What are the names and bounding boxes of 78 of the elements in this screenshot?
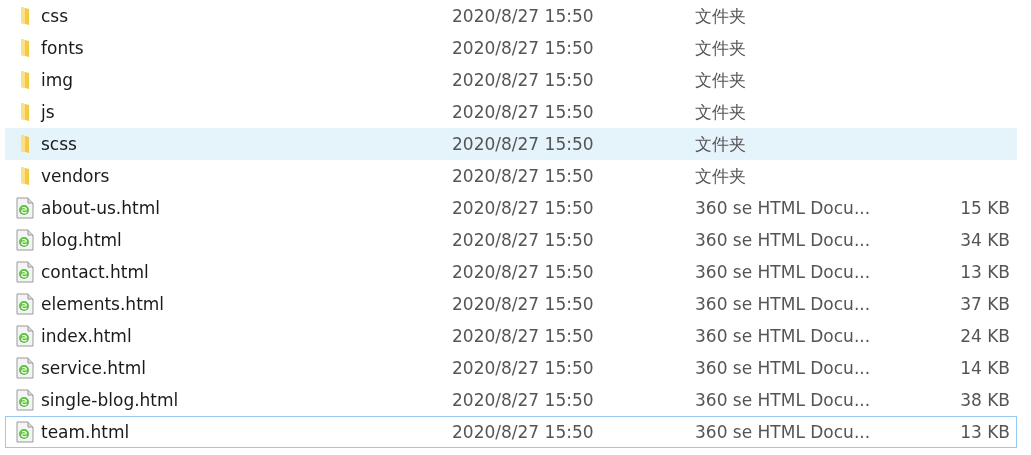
modified-date: 2020/8/27 15:50 [452,230,595,250]
file-name: team.html [41,422,131,442]
file-size: 38 KB [959,390,1011,410]
file-size: 13 KB [959,422,1011,442]
file-row[interactable]: single-blog.html 2020/8/27 15:50 360 se HTML Docu... 38 KB [5,384,1017,416]
modified-date: 2020/8/27 15:50 [452,262,595,282]
modified-date: 2020/8/27 15:50 [452,326,595,346]
folder-icon [18,38,31,58]
modified-date: 2020/8/27 15:50 [452,422,595,442]
file-name: img [41,70,75,90]
folder-icon [18,134,31,154]
folder-icon [18,166,31,186]
web-page-icon [15,261,34,283]
web-page-icon [15,421,34,443]
modified-date: 2020/8/27 15:50 [452,198,595,218]
folder-icon [18,102,31,122]
web-page-icon [15,389,34,411]
file-type: 文件夹 [695,100,747,124]
file-row[interactable]: index.html 2020/8/27 15:50 360 se HTML Docu... 24 KB [5,320,1017,352]
file-type: 360 se HTML Docu... [695,230,872,250]
file-row[interactable]: contact.html 2020/8/27 15:50 360 se HTML Docu... 13 KB [5,256,1017,288]
file-name: js [41,102,56,122]
file-row[interactable]: service.html 2020/8/27 15:50 360 se HTML Docu... 14 KB [5,352,1017,384]
file-row[interactable]: blog.html 2020/8/27 15:50 360 se HTML Docu... 34 KB [5,224,1017,256]
file-size: 37 KB [959,294,1011,314]
modified-date: 2020/8/27 15:50 [452,294,595,314]
file-name: contact.html [41,262,150,282]
file-row[interactable]: team.html 2020/8/27 15:50 360 se HTML Docu... 13 KB [5,416,1017,448]
file-type: 360 se HTML Docu... [695,262,872,282]
file-row[interactable]: elements.html 2020/8/27 15:50 360 se HTML Docu... 37 KB [5,288,1017,320]
file-type: 文件夹 [695,36,747,60]
file-type: 文件夹 [695,132,747,156]
file-row[interactable]: img 2020/8/27 15:50 文件夹 [5,64,1017,96]
file-type: 360 se HTML Docu... [695,422,872,442]
file-row[interactable]: css 2020/8/27 15:50 文件夹 [5,0,1017,32]
folder-icon [18,70,31,90]
file-name: css [41,6,70,26]
file-row[interactable]: fonts 2020/8/27 15:50 文件夹 [5,32,1017,64]
file-name: fonts [41,38,85,58]
file-type: 360 se HTML Docu... [695,326,872,346]
file-name: vendors [41,166,111,186]
file-name: about-us.html [41,198,161,218]
file-name: service.html [41,358,148,378]
file-type: 文件夹 [695,4,747,28]
file-row[interactable]: scss 2020/8/27 15:50 文件夹 [5,128,1017,160]
file-type: 360 se HTML Docu... [695,198,872,218]
file-row[interactable]: about-us.html 2020/8/27 15:50 360 se HTML Docu... 15 KB [5,192,1017,224]
file-size: 24 KB [959,326,1011,346]
file-name: scss [41,134,78,154]
modified-date: 2020/8/27 15:50 [452,166,595,186]
modified-date: 2020/8/27 15:50 [452,38,595,58]
modified-date: 2020/8/27 15:50 [452,102,595,122]
file-name: index.html [41,326,133,346]
file-size: 34 KB [959,230,1011,250]
file-type: 文件夹 [695,164,747,188]
file-name: single-blog.html [41,390,180,410]
modified-date: 2020/8/27 15:50 [452,358,595,378]
file-type: 360 se HTML Docu... [695,358,872,378]
folder-icon [18,6,31,26]
file-size: 15 KB [959,198,1011,218]
modified-date: 2020/8/27 15:50 [452,6,595,26]
web-page-icon [15,293,34,315]
file-row[interactable]: js 2020/8/27 15:50 文件夹 [5,96,1017,128]
file-type: 文件夹 [695,68,747,92]
web-page-icon [15,229,34,251]
modified-date: 2020/8/27 15:50 [452,390,595,410]
file-type: 360 se HTML Docu... [695,294,872,314]
file-size: 14 KB [959,358,1011,378]
web-page-icon [15,357,34,379]
file-size: 13 KB [959,262,1011,282]
file-name: blog.html [41,230,123,250]
web-page-icon [15,325,34,347]
modified-date: 2020/8/27 15:50 [452,134,595,154]
web-page-icon [15,197,34,219]
file-row[interactable]: vendors 2020/8/27 15:50 文件夹 [5,160,1017,192]
file-name: elements.html [41,294,166,314]
modified-date: 2020/8/27 15:50 [452,70,595,90]
file-type: 360 se HTML Docu... [695,390,872,410]
